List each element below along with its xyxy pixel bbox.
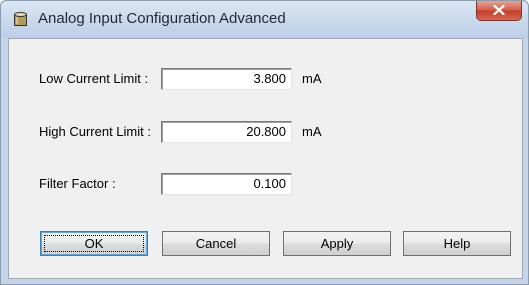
title-bar[interactable]: Analog Input Configuration Advanced bbox=[1, 1, 528, 38]
high-current-limit-label: High Current Limit : bbox=[39, 124, 151, 139]
close-button[interactable] bbox=[476, 1, 522, 21]
dialog-client-area: Low Current Limit : 3.800 mA High Curren… bbox=[8, 38, 523, 279]
help-button-label: Help bbox=[443, 236, 471, 251]
ok-button[interactable]: OK bbox=[40, 231, 148, 256]
high-current-limit-input[interactable]: 20.800 bbox=[161, 121, 292, 143]
dialog-window: Analog Input Configuration Advanced Low … bbox=[0, 0, 529, 285]
cancel-button-label: Cancel bbox=[195, 236, 237, 251]
low-current-limit-input[interactable]: 3.800 bbox=[161, 68, 292, 90]
high-current-unit: mA bbox=[302, 124, 322, 139]
focus-rectangle bbox=[44, 235, 144, 252]
filter-factor-input[interactable]: 0.100 bbox=[161, 173, 292, 195]
low-current-limit-label: Low Current Limit : bbox=[39, 71, 149, 86]
close-x-icon bbox=[493, 2, 505, 20]
low-current-unit: mA bbox=[302, 71, 322, 86]
help-button[interactable]: Help bbox=[403, 231, 511, 256]
apply-button-label: Apply bbox=[320, 236, 354, 251]
cancel-button[interactable]: Cancel bbox=[162, 231, 270, 256]
filter-factor-label: Filter Factor : bbox=[39, 176, 116, 191]
apply-button[interactable]: Apply bbox=[283, 231, 391, 256]
cylinder-icon bbox=[14, 12, 27, 27]
window-title: Analog Input Configuration Advanced bbox=[38, 10, 286, 27]
